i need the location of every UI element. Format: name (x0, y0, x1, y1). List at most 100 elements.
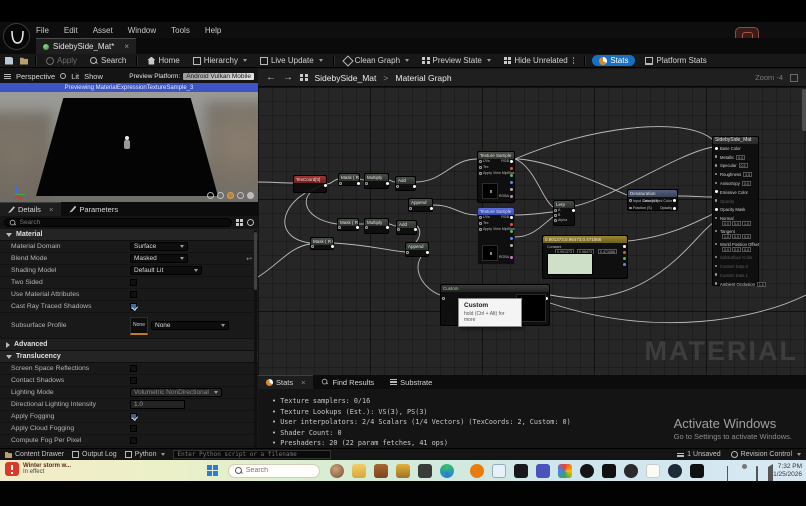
steam-icon[interactable] (668, 464, 682, 478)
viewport-menu-icon[interactable] (4, 74, 11, 79)
contact-shadows-checkbox[interactable] (130, 377, 137, 384)
node-material-result[interactable]: SidebySide_Mat Base Color Metallic0.0 Sp… (712, 136, 759, 286)
avatar-icon[interactable] (330, 464, 344, 478)
shading-model-select[interactable]: Default Lit (130, 266, 202, 275)
node-add-2[interactable]: Add (396, 220, 417, 235)
graph-canvas[interactable]: TexCoord[0] Mask ( R G ) Multiply Add Ap… (258, 87, 806, 375)
node-mask-rg-2[interactable]: Mask ( R G ) (310, 237, 334, 250)
apply-cloud-fogging-checkbox[interactable] (130, 425, 137, 432)
edge-browser-icon[interactable] (440, 464, 454, 478)
mesh-shape-icon[interactable] (247, 192, 254, 199)
node-lerp[interactable]: Lerp A B Alpha (553, 200, 575, 226)
epic-games-icon[interactable] (514, 464, 528, 478)
details-scrollbar[interactable] (254, 230, 257, 448)
lit-dropdown[interactable]: Lit (71, 72, 79, 81)
apply-button[interactable]: Apply (43, 55, 80, 67)
two-sided-checkbox[interactable] (130, 279, 137, 286)
graph-scrollbar[interactable] (802, 89, 806, 131)
tab-details[interactable]: Details × (0, 202, 61, 216)
tab-sidebyside-mat[interactable]: SidebySide_Mat* × (36, 38, 136, 54)
use-material-attributes-checkbox[interactable] (130, 291, 137, 298)
weather-widget[interactable]: Winter storm w... In effect (5, 462, 71, 476)
tab-substrate[interactable]: Substrate (382, 375, 440, 389)
tab-close-icon[interactable]: × (124, 42, 129, 51)
graph-corner-icon[interactable] (790, 74, 798, 82)
show-dropdown[interactable]: Show (84, 72, 103, 81)
game-icon[interactable] (374, 464, 388, 478)
revision-control-button[interactable]: Revision Control (731, 451, 801, 458)
blend-mode-select[interactable]: Masked (130, 254, 188, 263)
start-button[interactable] (207, 465, 218, 476)
subsurface-profile-select[interactable]: None (151, 321, 229, 330)
home-button[interactable]: Home (144, 55, 182, 67)
lighting-mode-select[interactable]: Volumetric NonDirectional (130, 388, 222, 397)
details-close-icon[interactable]: × (49, 205, 53, 214)
python-command-field[interactable] (173, 450, 331, 459)
cylinder-shape-icon[interactable] (207, 192, 214, 199)
details-search-input[interactable] (20, 219, 227, 226)
section-translucency[interactable]: Translucency (0, 351, 258, 363)
filter-icon[interactable] (236, 219, 244, 227)
node-mask-r[interactable]: Mask ( R ) (337, 218, 359, 231)
taskbar-search[interactable] (228, 464, 320, 478)
node-desaturation[interactable]: Desaturation Input Color (V3)Desaturated… (627, 189, 678, 211)
menu-file[interactable]: File (36, 26, 49, 35)
directional-lighting-intensity-field[interactable]: 1.0 (130, 400, 185, 409)
unreal-engine-icon[interactable] (690, 464, 704, 478)
folder-icon[interactable] (352, 464, 366, 478)
save-icon[interactable] (5, 57, 13, 65)
output-log-button[interactable]: Output Log (72, 451, 117, 458)
alienware-icon[interactable] (492, 464, 506, 478)
node-append-2[interactable]: Append (405, 242, 429, 257)
material-preview-viewport[interactable] (0, 92, 258, 202)
unsaved-indicator[interactable]: 1 Unsaved (677, 451, 720, 458)
node-multiply-2[interactable]: Multiply (364, 218, 389, 234)
python-command-input[interactable] (177, 451, 327, 458)
tab-stats[interactable]: Stats× (258, 375, 313, 389)
forward-icon[interactable]: → (283, 72, 293, 83)
perspective-dropdown[interactable]: Perspective (16, 72, 55, 81)
node-constant3vector[interactable]: 0.901373,0.96473,0.471066 Constant 0.901… (542, 235, 628, 279)
menu-asset[interactable]: Asset (93, 26, 113, 35)
material-domain-select[interactable]: Surface (130, 242, 188, 251)
node-texture-sample-1[interactable]: Texture Sample UVs Tex Apply View MipBia… (477, 151, 515, 203)
screen-space-reflections-checkbox[interactable] (130, 365, 137, 372)
google-icon[interactable] (558, 464, 572, 478)
plane-shape-icon[interactable] (227, 192, 234, 199)
settings-gear-icon[interactable] (247, 219, 254, 226)
node-mask-rg-1[interactable]: Mask ( R G ) (338, 173, 360, 186)
menu-window[interactable]: Window (128, 26, 156, 35)
disc-app-icon[interactable] (624, 464, 638, 478)
hide-unrelated-options-icon[interactable] (573, 57, 575, 64)
record-app-icon[interactable] (602, 464, 616, 478)
node-append-1[interactable]: Append (408, 198, 433, 212)
document-icon[interactable] (646, 464, 660, 478)
cast-ray-traced-shadows-checkbox[interactable] (130, 303, 137, 310)
live-update-button[interactable]: Live Update (257, 55, 326, 67)
stats-close-icon[interactable]: × (301, 378, 305, 387)
menu-tools[interactable]: Tools (171, 26, 190, 35)
teams-icon[interactable] (536, 464, 550, 478)
section-material[interactable]: Material (0, 229, 258, 241)
clean-graph-button[interactable]: Clean Graph (341, 55, 412, 67)
platform-stats-button[interactable]: Platform Stats (642, 55, 709, 67)
trophy-icon[interactable] (396, 464, 410, 478)
cube-shape-icon[interactable] (237, 192, 244, 199)
apply-fogging-checkbox[interactable] (130, 413, 137, 420)
menu-help[interactable]: Help (205, 26, 221, 35)
preview-platform[interactable]: Preview Platform: Android Vulkan Mobile (129, 73, 254, 80)
menu-edit[interactable]: Edit (64, 26, 78, 35)
node-multiply-1[interactable]: Multiply (364, 173, 389, 189)
duck-game-icon[interactable] (418, 464, 432, 478)
node-texture-sample-2[interactable]: Texture Sample UVs Tex Apply View MipBia… (477, 207, 515, 265)
back-icon[interactable]: ← (266, 72, 276, 83)
node-texcoord[interactable]: TexCoord[0] (293, 175, 327, 193)
section-advanced[interactable]: Advanced (0, 339, 258, 351)
python-dropdown[interactable]: Python (125, 451, 166, 458)
subsurface-profile-thumbnail[interactable]: None (130, 317, 148, 335)
hide-unrelated-button[interactable]: Hide Unrelated (501, 55, 577, 67)
stats-button[interactable]: Stats (592, 55, 635, 66)
taskbar-clock[interactable]: 7:32 PM 1/25/2026 (773, 463, 802, 479)
taskbar-search-input[interactable] (246, 467, 313, 474)
reset-to-default-icon[interactable]: ↩ (246, 255, 252, 263)
